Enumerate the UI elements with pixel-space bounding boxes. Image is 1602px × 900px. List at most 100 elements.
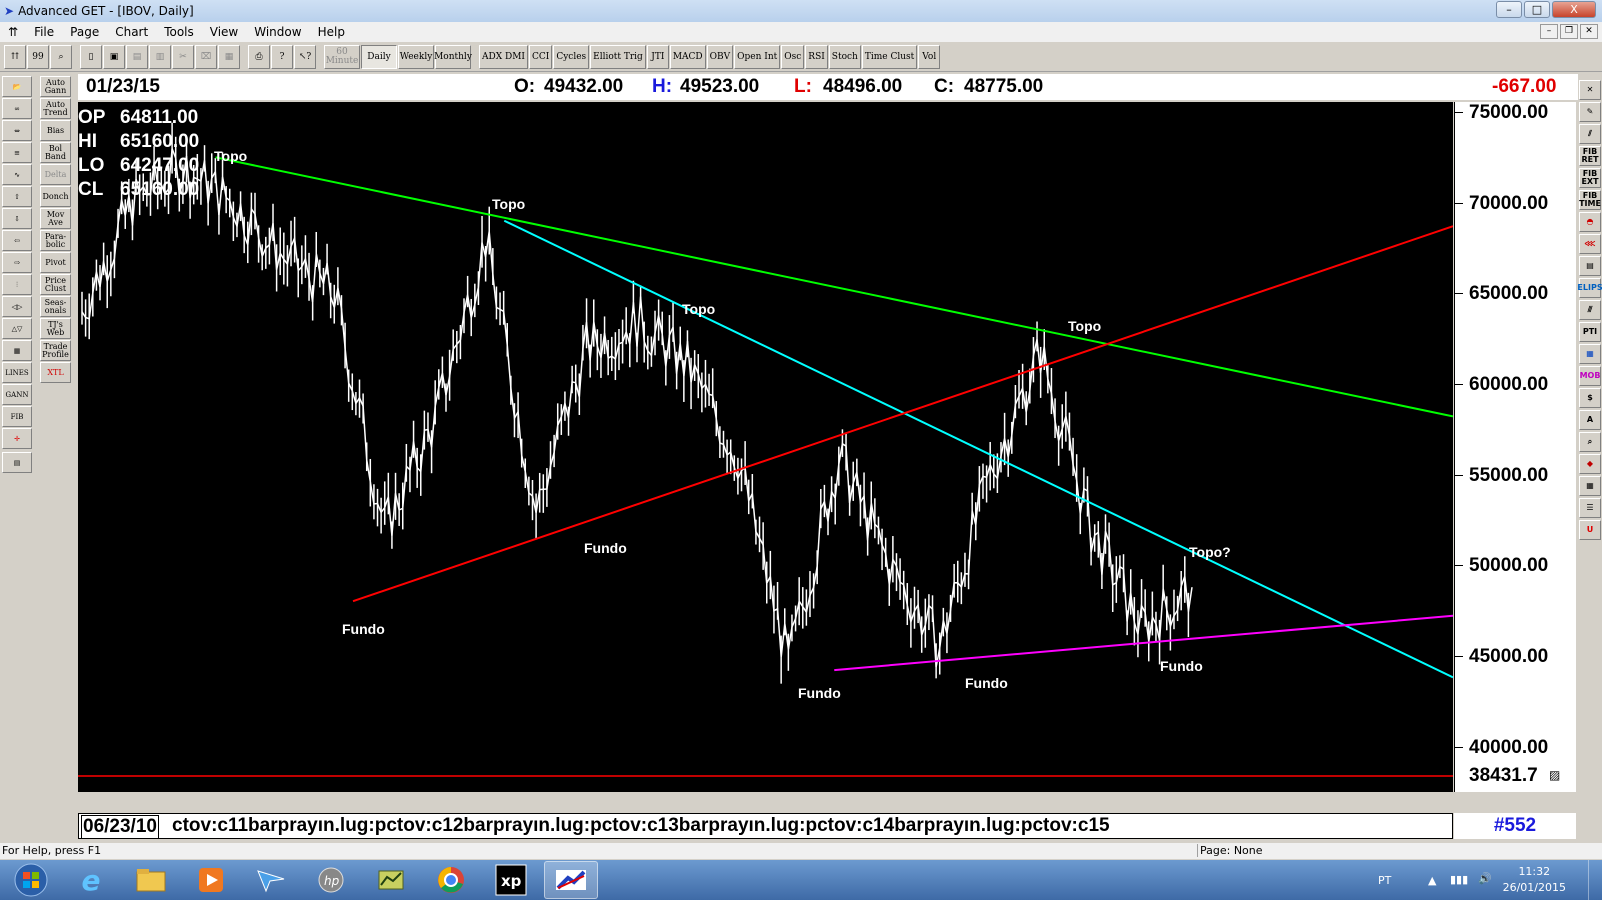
advanced-get-taskbar-button[interactable] <box>544 861 598 899</box>
menu-tools[interactable]: Tools <box>156 25 202 39</box>
study-open-int[interactable]: Open Int <box>734 45 781 69</box>
study-vol[interactable]: Vol <box>918 45 941 69</box>
study-cci[interactable]: CCI <box>528 45 553 69</box>
fan-icon[interactable]: ⋘ <box>1579 234 1601 254</box>
hp-icon[interactable]: hp <box>304 861 358 899</box>
text-tool[interactable]: A <box>1579 410 1601 430</box>
xtl-button[interactable]: XTL <box>40 362 71 383</box>
study-macd[interactable]: MACD <box>669 45 706 69</box>
arrow-up-icon[interactable]: ⇧ <box>2 186 32 207</box>
period-60-minute[interactable]: 60 Minute <box>324 45 360 69</box>
chrome-icon[interactable] <box>424 861 478 899</box>
delta-button[interactable]: Delta <box>40 164 71 185</box>
network-icon[interactable]: ▮▮▮ <box>1450 873 1468 886</box>
study-adx-dmi[interactable]: ADX DMI <box>479 45 528 69</box>
price-chart[interactable]: Topo Topo Topo Topo Topo? Fundo Fundo Fu… <box>78 102 1453 792</box>
delete-icon[interactable]: ⌧ <box>195 45 217 69</box>
minimize-button[interactable]: – <box>1496 1 1522 18</box>
menu-chart[interactable]: Chart <box>107 25 156 39</box>
study-elliott-trig[interactable]: Elliott Trig <box>590 45 646 69</box>
expand-v-icon[interactable]: △▽ <box>2 318 32 339</box>
gann-tool[interactable]: GANN <box>2 384 32 405</box>
arrow-left-icon[interactable]: ⇦ <box>2 230 32 251</box>
cut-icon[interactable]: ✂ <box>172 45 194 69</box>
xp-broker-icon[interactable]: xp <box>484 861 538 899</box>
study-cycles[interactable]: Cycles <box>553 45 590 69</box>
bol-band-button[interactable]: Bol Band <box>40 142 71 163</box>
period-daily[interactable]: Daily <box>361 45 397 69</box>
ellipse-tool[interactable]: ELIPS <box>1577 278 1602 298</box>
menu-view[interactable]: View <box>202 25 246 39</box>
mdi-minimize-button[interactable]: – <box>1540 24 1558 39</box>
fib-time-tool[interactable]: FIB TIME <box>1579 190 1601 210</box>
study-jti[interactable]: JTI <box>646 45 669 69</box>
bias-button[interactable]: Bias <box>40 120 71 141</box>
finance-app-icon[interactable] <box>364 861 418 899</box>
pointer-icon[interactable]: ⇈ <box>4 45 26 69</box>
grid-small-icon[interactable]: ▦ <box>1579 476 1601 496</box>
mob-tool[interactable]: MOB <box>1579 366 1601 386</box>
fib-ret-tool[interactable]: FIB RET <box>1579 146 1601 166</box>
mdi-close-button[interactable]: ✕ <box>1580 24 1598 39</box>
fib-ext-tool[interactable]: FIB EXT <box>1579 168 1601 188</box>
elliott-icon[interactable]: ∿ <box>2 164 32 185</box>
language-indicator[interactable]: PT <box>1378 874 1391 887</box>
auto-trend-button[interactable]: Auto Trend <box>40 98 71 119</box>
expand-h-icon[interactable]: ◁▷ <box>2 296 32 317</box>
table-icon[interactable]: ▦ <box>1579 344 1601 364</box>
price-axis[interactable]: 75000.00 70000.00 65000.00 60000.00 5500… <box>1454 102 1576 792</box>
quote-icon[interactable]: 99 <box>27 45 49 69</box>
arrow-right-icon[interactable]: ⇨ <box>2 252 32 273</box>
scale-icon[interactable]: ▨ <box>1549 768 1560 782</box>
parabolic-button[interactable]: Para-bolic <box>40 230 71 251</box>
save-icon[interactable]: ▣ <box>103 45 125 69</box>
maximize-button[interactable]: □ <box>1524 1 1550 18</box>
magnify-icon[interactable]: ⌕ <box>1579 432 1601 452</box>
eraser-icon[interactable]: ◆ <box>1579 454 1601 474</box>
mov-ave-button[interactable]: Mov Ave <box>40 208 71 229</box>
u-icon[interactable]: U <box>1579 520 1601 540</box>
seasonals-button[interactable]: Seas-onals <box>40 296 71 317</box>
list-icon[interactable]: ☰ <box>1579 498 1601 518</box>
grid-icon[interactable]: ▦ <box>2 340 32 361</box>
show-desktop-button[interactable] <box>1588 860 1602 900</box>
time-axis[interactable]: 06/23/10 ctov:c11barprayın.lug:pctov:c12… <box>78 813 1453 839</box>
start-button[interactable] <box>4 861 58 899</box>
print-icon[interactable]: ⎙ <box>248 45 270 69</box>
study-time-clust[interactable]: Time Clust <box>861 45 918 69</box>
donch-button[interactable]: Donch <box>40 186 71 207</box>
box-icon[interactable]: ▤ <box>1579 256 1601 276</box>
price-clust-button[interactable]: Price Clust <box>40 274 71 295</box>
period-weekly[interactable]: Weekly <box>398 45 434 69</box>
copy-icon[interactable]: ▤ <box>126 45 148 69</box>
study-osc[interactable]: Osc <box>781 45 805 69</box>
page-icon[interactable]: ▦ <box>218 45 240 69</box>
fib-tool[interactable]: FIB <box>2 406 32 427</box>
properties-icon[interactable]: ▤ <box>2 452 32 473</box>
reset-icon[interactable]: ⇔ <box>2 120 32 141</box>
pivot-button[interactable]: Pivot <box>40 252 71 273</box>
crosshair-icon[interactable]: ✛ <box>2 428 32 449</box>
study-obv[interactable]: OBV <box>706 45 734 69</box>
menu-file[interactable]: File <box>26 25 62 39</box>
context-help-icon[interactable]: ↖? <box>294 45 316 69</box>
clock[interactable]: 11:32 26/01/2015 <box>1503 864 1566 896</box>
arrow-down-icon[interactable]: ⇩ <box>2 208 32 229</box>
binoculars-icon[interactable]: ∞ <box>2 98 32 119</box>
ie-icon[interactable]: e <box>64 861 118 899</box>
fib-arc-icon[interactable]: ◓ <box>1579 212 1601 232</box>
bars-icon[interactable]: ⫶ <box>2 274 32 295</box>
dollar-icon[interactable]: $ <box>1579 388 1601 408</box>
mdi-restore-button[interactable]: ❐ <box>1560 24 1578 39</box>
close-button[interactable]: X <box>1552 1 1596 18</box>
study-rsi[interactable]: RSI <box>805 45 828 69</box>
close-chart-icon[interactable]: ✕ <box>1579 80 1601 100</box>
tray-arrow-icon[interactable]: ▲ <box>1428 874 1436 887</box>
period-monthly[interactable]: Monthly <box>434 45 472 69</box>
tjs-web-button[interactable]: TJ's Web <box>40 318 71 339</box>
zoom-icon[interactable]: ⌕ <box>50 45 72 69</box>
explorer-icon[interactable] <box>124 861 178 899</box>
lines-tool[interactable]: LINES <box>2 362 32 383</box>
study-icon[interactable]: ≡ <box>2 142 32 163</box>
channel-icon[interactable]: ⫻ <box>1579 300 1601 320</box>
